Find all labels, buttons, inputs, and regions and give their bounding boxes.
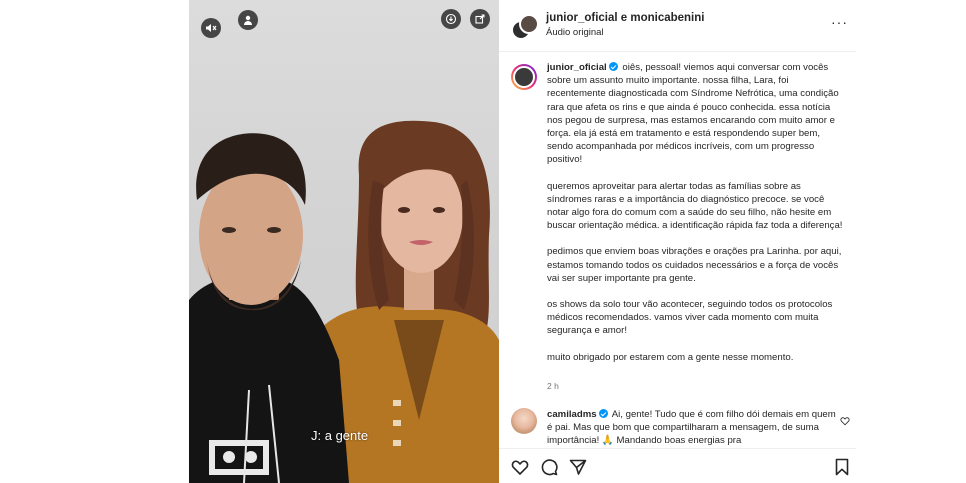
save-button[interactable] — [833, 458, 851, 476]
post-caption: junior_oficial oiês, pessoal! viemos aqu… — [547, 61, 847, 377]
caption-username[interactable]: junior_oficial — [547, 62, 607, 73]
video-frame-people — [189, 120, 499, 483]
avatar — [519, 14, 539, 34]
mute-button[interactable] — [201, 18, 221, 38]
tagged-users-button[interactable] — [238, 10, 258, 30]
video-subtitle: J: a gente — [311, 428, 369, 443]
comment-item: camiladms Ai, gente! Tudo que é com filh… — [547, 408, 837, 446]
post-details-panel: junior_oficial e monicabenini Áudio orig… — [499, 0, 856, 483]
verified-badge-icon — [598, 409, 608, 418]
comment-button[interactable] — [540, 458, 558, 476]
caption-paragraph: oiês, pessoal! viemos aqui conversar com… — [547, 62, 839, 166]
audio-label[interactable]: Áudio original — [546, 27, 604, 38]
user-icon — [244, 15, 252, 25]
download-button[interactable] — [441, 9, 461, 29]
action-bar — [499, 448, 856, 483]
author-avatar[interactable] — [511, 64, 537, 90]
bookmark-icon — [835, 458, 849, 476]
heart-icon — [511, 460, 529, 476]
comment-like-icon[interactable] — [840, 416, 850, 426]
post-authors[interactable]: junior_oficial e monicabenini — [546, 12, 704, 24]
caption-paragraph: muito obrigado por estarem com a gente n… — [547, 351, 794, 363]
comment-icon — [541, 459, 558, 476]
verified-badge-icon — [608, 62, 618, 71]
caption-paragraph: queremos aproveitar para alertar todas a… — [547, 180, 843, 232]
share-icon — [475, 14, 485, 24]
caption-paragraph: os shows da solo tour vão acontecer, seg… — [547, 299, 833, 337]
share-button[interactable] — [569, 458, 587, 476]
download-icon — [445, 13, 457, 25]
comment-avatar[interactable] — [511, 408, 537, 434]
reel-video[interactable]: J: a gente — [189, 0, 499, 483]
collab-avatars[interactable] — [511, 14, 539, 40]
comment-username[interactable]: camiladms — [547, 409, 597, 420]
post-timestamp[interactable]: 2 h — [547, 381, 559, 391]
send-icon — [569, 459, 587, 475]
speaker-muted-icon — [206, 24, 217, 32]
like-button[interactable] — [511, 458, 529, 476]
caption-paragraph: pedimos que enviem boas vibrações e oraç… — [547, 246, 842, 284]
open-external-button[interactable] — [470, 9, 490, 29]
post-header: junior_oficial e monicabenini Áudio orig… — [499, 0, 856, 52]
more-options-button[interactable]: ··· — [831, 14, 848, 30]
